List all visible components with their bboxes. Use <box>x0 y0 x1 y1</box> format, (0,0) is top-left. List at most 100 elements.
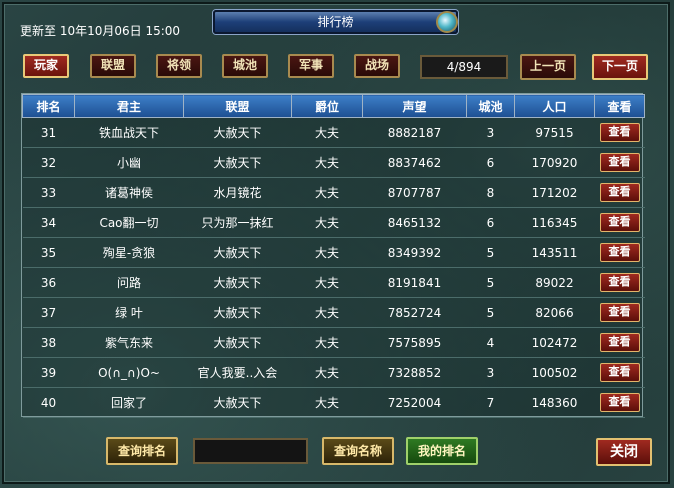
cities-cell: 4 <box>466 327 515 358</box>
table-row: 37 绿 叶大赦天下 大夫 7852724 5 82066 查看 <box>22 297 645 328</box>
alliance-cell: 大赦天下 <box>183 267 292 298</box>
col-population: 人口 <box>514 94 595 118</box>
population-cell: 100502 <box>514 357 595 388</box>
view-cell: 查看 <box>594 267 645 298</box>
view-cell: 查看 <box>594 387 645 418</box>
alliance-cell: 大赦天下 <box>183 327 292 358</box>
view-cell: 查看 <box>594 147 645 178</box>
lord-cell: 回家了 <box>74 387 184 418</box>
population-cell: 148360 <box>514 387 595 418</box>
view-cell: 查看 <box>594 117 645 148</box>
view-button[interactable]: 查看 <box>599 303 640 322</box>
page-indicator: 4/894 <box>420 55 508 79</box>
alliance-cell: 只为那一抹红 <box>183 207 292 238</box>
update-time: 更新至 10年10月06日 15:00 <box>20 24 181 38</box>
rank-cell: 32 <box>22 147 75 178</box>
view-button[interactable]: 查看 <box>599 123 640 142</box>
query-rank-button[interactable]: 查询排名 <box>106 437 178 465</box>
rank-cell: 35 <box>22 237 75 268</box>
tab-generals[interactable]: 将领 <box>156 54 202 78</box>
table-row: 40 回家了 大赦天下 大夫 7252004 7 148360 查看 <box>22 387 645 418</box>
cities-cell: 8 <box>466 177 515 208</box>
tab-military[interactable]: 军事 <box>288 54 334 78</box>
table-row: 31 铁血战天下 大赦天下 大夫 8882187 3 97515 查看 <box>22 117 645 148</box>
col-cities: 城池 <box>466 94 515 118</box>
view-button[interactable]: 查看 <box>599 243 640 262</box>
alliance-cell: 大赦天下 <box>183 117 292 148</box>
alliance-cell: 官人我要..入会 <box>183 357 292 388</box>
population-cell: 116345 <box>514 207 595 238</box>
rank-cell: 33 <box>22 177 75 208</box>
col-rank: 排名 <box>22 94 75 118</box>
population-cell: 82066 <box>514 297 595 328</box>
title-cell: 大夫 <box>291 297 363 328</box>
table-row: 33 诸葛神侯 水月镜花 大夫 8707787 8 171202 查看 <box>22 177 645 208</box>
right-orb-icon <box>436 11 458 33</box>
view-button[interactable]: 查看 <box>599 213 640 232</box>
col-prestige: 声望 <box>362 94 467 118</box>
view-cell: 查看 <box>594 297 645 328</box>
population-cell: 143511 <box>514 237 595 268</box>
view-cell: 查看 <box>594 177 645 208</box>
col-alliance: 联盟 <box>183 94 292 118</box>
cities-cell: 5 <box>466 297 515 328</box>
population-cell: 89022 <box>514 267 595 298</box>
cities-cell: 5 <box>466 237 515 268</box>
rank-cell: 39 <box>22 357 75 388</box>
view-cell: 查看 <box>594 357 645 388</box>
prestige-cell: 7575895 <box>362 327 467 358</box>
tab-battlefield[interactable]: 战场 <box>354 54 400 78</box>
table-row: 38 紫气东来 大赦天下 大夫 7575895 4 102472 查看 <box>22 327 645 358</box>
alliance-cell: 水月镜花 <box>183 177 292 208</box>
prestige-cell: 8349392 <box>362 237 467 268</box>
view-button[interactable]: 查看 <box>599 153 640 172</box>
cities-cell: 3 <box>466 117 515 148</box>
title-cell: 大夫 <box>291 177 363 208</box>
view-cell: 查看 <box>594 327 645 358</box>
cities-cell: 6 <box>466 207 515 238</box>
prev-page-button[interactable]: 上一页 <box>520 54 576 80</box>
table-header: 排名 君主 联盟 爵位 声望 城池 人口 查看 <box>22 94 645 118</box>
close-button[interactable]: 关闭 <box>596 438 652 466</box>
lord-cell: 绿 叶 <box>74 297 184 328</box>
rank-cell: 36 <box>22 267 75 298</box>
view-cell: 查看 <box>594 207 645 238</box>
window-title: 排行榜 <box>213 10 458 34</box>
view-button[interactable]: 查看 <box>599 393 640 412</box>
col-view: 查看 <box>594 94 645 118</box>
cities-cell: 3 <box>466 357 515 388</box>
alliance-cell: 大赦天下 <box>183 147 292 178</box>
my-rank-button[interactable]: 我的排名 <box>406 437 478 465</box>
tab-cities[interactable]: 城池 <box>222 54 268 78</box>
col-title: 爵位 <box>291 94 363 118</box>
lord-cell: 诸葛神侯 <box>74 177 184 208</box>
title-cell: 大夫 <box>291 357 363 388</box>
view-button[interactable]: 查看 <box>599 363 640 382</box>
alliance-cell: 大赦天下 <box>183 387 292 418</box>
prestige-cell: 7328852 <box>362 357 467 388</box>
lord-cell: Cao翻一切 <box>74 207 184 238</box>
tab-alliances[interactable]: 联盟 <box>90 54 136 78</box>
cities-cell: 7 <box>466 387 515 418</box>
title-cell: 大夫 <box>291 147 363 178</box>
title-cell: 大夫 <box>291 237 363 268</box>
view-button[interactable]: 查看 <box>599 333 640 352</box>
lord-cell: O(∩_∩)O~ <box>74 357 184 388</box>
query-name-button[interactable]: 查询名称 <box>322 437 394 465</box>
title-cell: 大夫 <box>291 207 363 238</box>
view-button[interactable]: 查看 <box>599 273 640 292</box>
population-cell: 97515 <box>514 117 595 148</box>
title-cell: 大夫 <box>291 387 363 418</box>
prestige-cell: 8191841 <box>362 267 467 298</box>
view-button[interactable]: 查看 <box>599 183 640 202</box>
name-input[interactable] <box>193 438 308 464</box>
next-page-button[interactable]: 下一页 <box>592 54 648 80</box>
cities-cell: 5 <box>466 267 515 298</box>
tab-players[interactable]: 玩家 <box>23 54 69 78</box>
col-lord: 君主 <box>74 94 184 118</box>
rank-cell: 37 <box>22 297 75 328</box>
lord-cell: 小幽 <box>74 147 184 178</box>
prestige-cell: 7252004 <box>362 387 467 418</box>
prestige-cell: 8837462 <box>362 147 467 178</box>
ranking-table: 排名 君主 联盟 爵位 声望 城池 人口 查看 31 铁血战天下 大赦天下 大夫 888… <box>21 93 645 418</box>
